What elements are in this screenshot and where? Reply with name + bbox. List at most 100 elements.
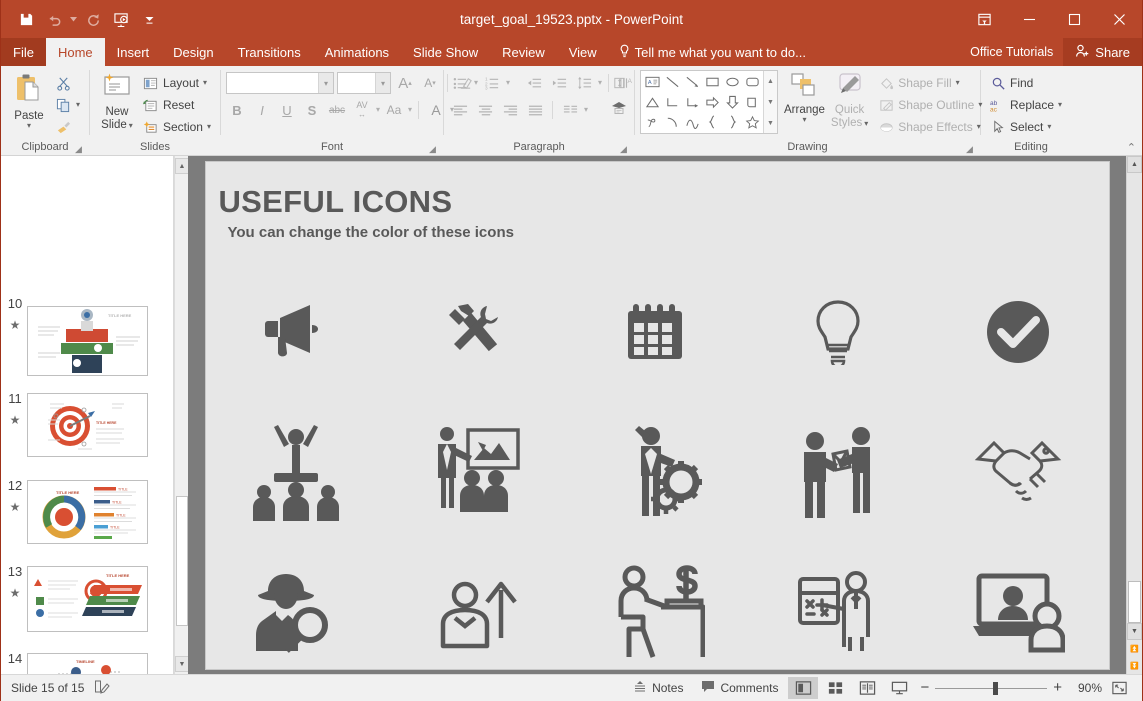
convert-to-smartart-button[interactable] (608, 97, 630, 119)
thumbnail-scroll-down-icon[interactable]: ▼ (175, 656, 189, 672)
text-shadow-button[interactable]: S (301, 99, 323, 121)
shape-line-icon[interactable] (662, 72, 682, 92)
shape-right-brace-icon[interactable] (722, 112, 742, 132)
find-button[interactable]: Find (986, 72, 1066, 94)
replace-caret-icon[interactable]: ▾ (1058, 102, 1062, 108)
quick-styles-caret-icon[interactable]: ▾ (864, 121, 868, 127)
quick-styles-button[interactable]: Quick Styles ▾ (831, 70, 868, 131)
shape-triangle-icon[interactable] (642, 92, 662, 112)
shape-rounded-rect-icon[interactable] (742, 72, 762, 92)
shape-flowchart-icon[interactable] (742, 92, 762, 112)
tab-slide-show[interactable]: Slide Show (401, 38, 490, 66)
arrange-button[interactable]: Arrange ▾ (784, 70, 825, 123)
minimize-icon[interactable] (1007, 0, 1052, 38)
thumbnail-slide-11[interactable]: TITLE HERE (27, 393, 148, 457)
clipboard-dialog-launcher[interactable]: ◢ (75, 144, 85, 154)
thumbnail-scrollbar[interactable]: ▲ ▼ (174, 156, 188, 674)
shape-effects-button[interactable]: Shape Effects ▾ (874, 116, 986, 138)
tab-view[interactable]: View (557, 38, 609, 66)
bullets-caret-icon[interactable]: ▾ (474, 80, 478, 86)
account-name[interactable]: Office Tutorials (960, 38, 1063, 66)
shape-right-arrow-icon[interactable] (702, 92, 722, 112)
italic-button[interactable]: I (251, 99, 273, 121)
document-handover-icon[interactable] (747, 402, 928, 542)
shape-arrow-icon[interactable] (682, 72, 702, 92)
line-spacing-button[interactable] (573, 72, 595, 94)
slide-subtitle[interactable]: You can change the color of these icons (228, 224, 514, 241)
font-dialog-launcher[interactable]: ◢ (429, 144, 439, 154)
select-caret-icon[interactable]: ▾ (1047, 124, 1051, 130)
format-painter-button[interactable] (52, 116, 84, 138)
ribbon-display-options-icon[interactable] (962, 0, 1007, 38)
tell-me-box[interactable]: Tell me what you want to do... (609, 38, 816, 66)
replace-button[interactable]: abac Replace ▾ (986, 94, 1066, 116)
shape-fill-button[interactable]: Shape Fill ▾ (874, 72, 986, 94)
select-button[interactable]: Select ▾ (986, 116, 1066, 138)
tab-design[interactable]: Design (161, 38, 225, 66)
slide-title[interactable]: USEFUL ICONS (219, 184, 453, 220)
desk-money-icon[interactable] (567, 542, 748, 682)
reset-button[interactable]: Reset (139, 94, 215, 116)
change-case-caret-icon[interactable]: ▾ (408, 107, 412, 113)
zoom-track[interactable] (935, 688, 1047, 689)
thumbnail-scroll-up-icon[interactable]: ▲ (175, 158, 189, 174)
next-slide-button[interactable]: ⏬ (1127, 657, 1142, 674)
zoom-level[interactable]: 90% (1068, 681, 1102, 695)
video-conference-icon[interactable] (928, 542, 1109, 682)
shape-down-arrow-icon[interactable] (722, 92, 742, 112)
layout-button[interactable]: Layout ▾ (139, 72, 215, 94)
winner-podium-icon[interactable] (206, 402, 387, 542)
thumbnail-scroll-thumb[interactable] (176, 496, 188, 626)
shape-scribble-icon[interactable] (642, 112, 662, 132)
zoom-in-button[interactable]: + (1053, 681, 1062, 695)
font-name-caret-icon[interactable]: ▾ (318, 73, 333, 93)
shape-left-brace-icon[interactable] (702, 112, 722, 132)
underline-button[interactable]: U (276, 99, 298, 121)
shape-arc-icon[interactable] (662, 112, 682, 132)
save-icon[interactable] (13, 6, 39, 32)
person-promotion-icon[interactable] (386, 542, 567, 682)
presentation-training-icon[interactable] (386, 402, 567, 542)
decrease-font-size-button[interactable]: A▾ (419, 72, 441, 94)
align-text-button[interactable] (608, 72, 630, 94)
copy-button[interactable]: ▾ (52, 94, 84, 116)
tab-transitions[interactable]: Transitions (226, 38, 313, 66)
shapes-scroll-up-icon[interactable]: ▲ (764, 71, 777, 91)
shapes-scroll-down-icon[interactable]: ▼ (764, 92, 777, 112)
notes-page-icon[interactable] (94, 679, 110, 697)
slide-scrollbar[interactable]: ▲ ▼ ⏫ ⏬ (1126, 156, 1142, 674)
zoom-slider[interactable]: − + (916, 681, 1066, 695)
new-slide-button[interactable]: New Slide ▾ (95, 70, 139, 133)
character-spacing-caret-icon[interactable]: ▾ (376, 107, 380, 113)
thumbnail-slide-14[interactable]: TIMELINE (27, 653, 148, 674)
shape-elbow-connector-icon[interactable] (662, 92, 682, 112)
numbering-button[interactable]: 123 (481, 72, 503, 94)
person-gears-icon[interactable] (567, 402, 748, 542)
tab-insert[interactable]: Insert (105, 38, 162, 66)
shapes-gallery[interactable]: A (640, 70, 778, 134)
zoom-out-button[interactable]: − (920, 681, 929, 695)
character-spacing-button[interactable]: AV↔ (351, 99, 373, 121)
shape-textbox-icon[interactable]: A (642, 72, 662, 92)
shape-star-icon[interactable] (742, 112, 762, 132)
check-circle-icon[interactable] (928, 262, 1109, 402)
tab-home[interactable]: Home (46, 38, 105, 66)
section-button[interactable]: Section ▾ (139, 116, 215, 138)
increase-indent-button[interactable] (548, 72, 570, 94)
undo-icon[interactable] (41, 6, 67, 32)
zoom-handle[interactable] (993, 682, 998, 695)
font-name-combo[interactable]: ▾ (226, 72, 334, 94)
tools-icon[interactable] (386, 262, 567, 402)
copy-caret-icon[interactable]: ▾ (76, 102, 80, 108)
restore-icon[interactable] (1052, 0, 1097, 38)
slide-scroll-up-icon[interactable]: ▲ (1127, 156, 1142, 173)
columns-caret-icon[interactable]: ▾ (584, 107, 588, 113)
megaphone-icon[interactable] (206, 262, 387, 402)
arrange-caret-icon[interactable]: ▾ (802, 117, 806, 123)
shape-fill-caret-icon[interactable]: ▾ (956, 80, 960, 86)
thumbnail-slide-13[interactable]: TITLE HERE (27, 566, 148, 632)
drawing-dialog-launcher[interactable]: ◢ (966, 144, 976, 154)
slide-indicator[interactable]: Slide 15 of 15 (11, 681, 84, 695)
undo-dropdown-icon[interactable] (69, 6, 78, 32)
shape-oval-icon[interactable] (722, 72, 742, 92)
